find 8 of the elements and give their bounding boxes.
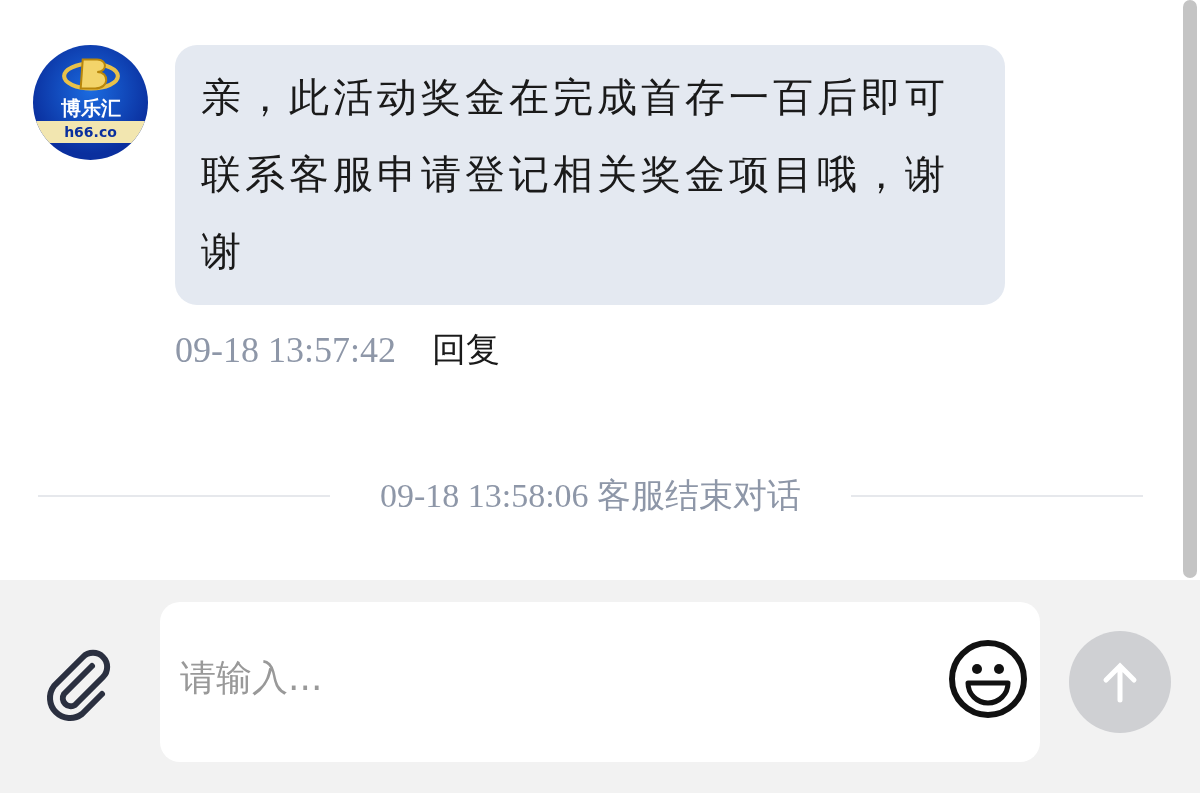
message-text: 亲，此活动奖金在完成首存一百后即可联系客服申请登记相关奖金项目哦，谢谢 [201, 73, 950, 276]
message-input[interactable]: 请输入... [178, 655, 948, 699]
message-time: 09-18 13:57:42 [175, 329, 396, 371]
reply-link[interactable]: 回复 [432, 327, 500, 373]
logo-text: 博乐汇 [60, 95, 121, 121]
scrollbar[interactable] [1183, 0, 1197, 578]
emoji-icon[interactable] [948, 639, 1028, 719]
system-notice: 09-18 13:58:06 客服结束对话 [378, 476, 803, 516]
